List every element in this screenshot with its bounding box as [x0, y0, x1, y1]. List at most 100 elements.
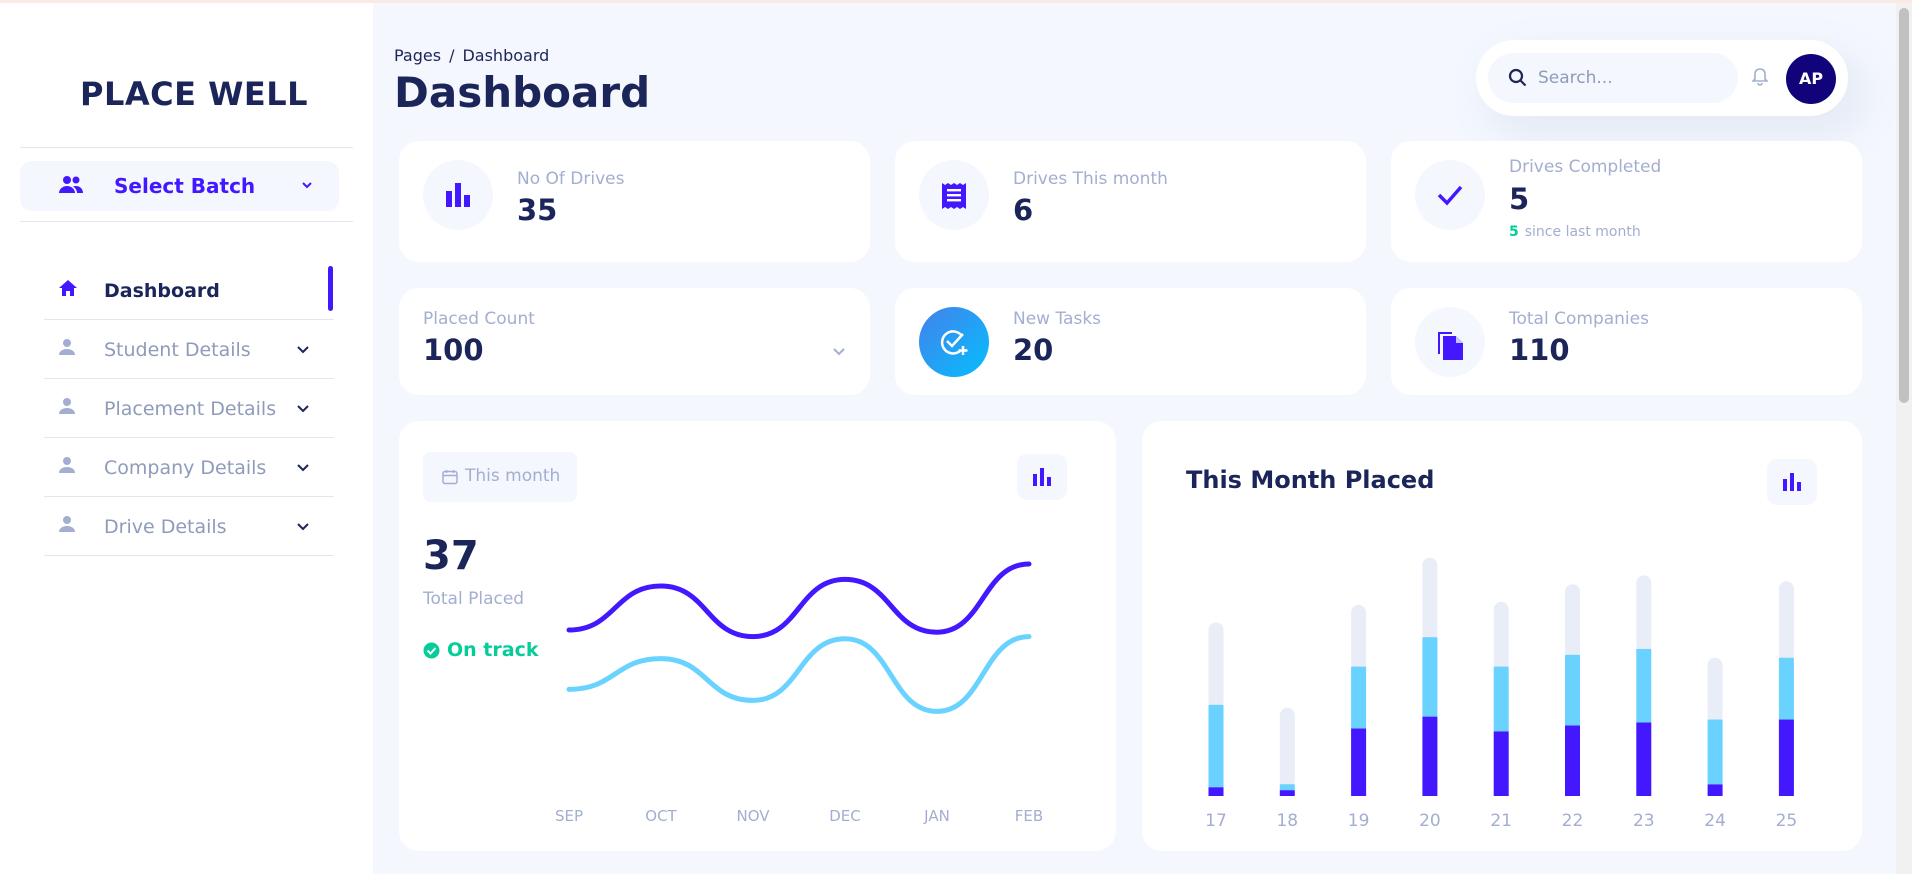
stat-card-drives-completed: Drives Completed 5 5 since last month [1391, 141, 1862, 262]
stat-label: Drives Completed [1509, 157, 1662, 177]
avatar[interactable]: AP [1786, 54, 1836, 104]
sidebar-item-drive-details[interactable]: Drive Details [44, 497, 334, 556]
person-icon [58, 338, 76, 360]
sidebar-item-company-details[interactable]: Company Details [44, 438, 334, 497]
bar-segment [1707, 719, 1723, 785]
bar-segment [1351, 666, 1367, 729]
stat-value: 110 [1509, 333, 1570, 367]
chevron-down-icon[interactable] [296, 342, 310, 361]
bar-segment [1565, 654, 1580, 726]
search-input[interactable] [1538, 66, 1718, 90]
divider [20, 147, 353, 148]
stat-value: 5 [1509, 182, 1530, 216]
line-series-1 [566, 561, 1032, 640]
breadcrumb-parent[interactable]: Pages [394, 46, 441, 65]
select-batch-label: Select Batch [114, 174, 256, 198]
bar-segment [1422, 716, 1438, 796]
x-tick-label: 22 [1562, 811, 1584, 831]
chart-options-button[interactable] [1017, 454, 1067, 500]
bar-segment [1493, 666, 1509, 732]
x-tick-label: 24 [1704, 811, 1726, 831]
stat-card-drives-month: Drives This month 6 [895, 141, 1366, 262]
sidebar-item-label: Dashboard [104, 280, 220, 302]
bar-segment [1351, 728, 1367, 796]
sidebar-item-label: Drive Details [104, 516, 227, 538]
sidebar-item-label: Student Details [104, 339, 251, 361]
status-text: On track [447, 639, 539, 661]
bar-segment [1778, 719, 1794, 796]
bar-segment [1636, 722, 1652, 796]
stat-delta: 5 since last month [1509, 224, 1641, 240]
stat-value: 100 [423, 333, 484, 367]
chevron-down-icon [300, 177, 314, 196]
bar-chart-icon [1033, 468, 1051, 486]
person-icon [58, 456, 76, 478]
bar-segment [1636, 575, 1652, 653]
stat-label: Drives This month [1013, 169, 1168, 189]
line-series-2 [566, 634, 1032, 714]
panel-title: This Month Placed [1186, 466, 1435, 494]
sidebar: PLACE WELL Select Batch Dashboard Studen… [0, 3, 373, 874]
bar-segment [1707, 657, 1723, 724]
check-circle-icon [423, 642, 440, 659]
x-tick-label: JAN [923, 807, 950, 825]
bar-chart-icon [423, 160, 493, 230]
chevron-down-icon[interactable] [296, 519, 310, 538]
stat-card-placed[interactable]: Placed Count 100 [399, 288, 870, 395]
x-tick-label: 18 [1276, 811, 1298, 831]
bar-segment [1565, 725, 1580, 796]
bar-chart: 17 18 19 20 21 22 23 24 25 [1205, 557, 1797, 831]
stat-card-drives: No Of Drives 35 [399, 141, 870, 262]
period-button[interactable]: This month [423, 452, 577, 502]
bell-icon[interactable] [1751, 67, 1769, 90]
x-tick-label: 21 [1490, 811, 1512, 831]
bar-chart-icon [1783, 473, 1801, 491]
file-copy-icon [1415, 307, 1485, 377]
breadcrumb-current: Dashboard [462, 46, 550, 65]
month-placed-panel: This Month Placed 17 18 19 20 21 22 23 24 25 [1142, 421, 1862, 851]
x-tick-label: 17 [1205, 811, 1227, 831]
select-batch-dropdown[interactable]: Select Batch [20, 161, 339, 211]
chevron-down-icon[interactable] [296, 460, 310, 479]
receipt-icon [919, 160, 989, 230]
bar-segment [1565, 584, 1580, 659]
person-icon [58, 515, 76, 537]
stat-value: 20 [1013, 333, 1054, 367]
home-icon [58, 279, 78, 301]
chart-options-button[interactable] [1767, 459, 1817, 505]
stat-label: Placed Count [423, 309, 535, 329]
bar-segment [1422, 557, 1438, 642]
x-tick-label: SEP [555, 807, 583, 825]
sidebar-item-dashboard[interactable]: Dashboard [44, 261, 334, 320]
bar-segment [1208, 622, 1224, 709]
sidebar-item-label: Placement Details [104, 398, 277, 420]
x-tick-label: DEC [829, 807, 861, 825]
task-add-icon [919, 307, 989, 377]
total-placed-label: Total Placed [423, 589, 525, 609]
breadcrumb-separator: / [449, 46, 455, 65]
calendar-icon [442, 470, 458, 485]
x-tick-label: NOV [736, 807, 770, 825]
bar-segment [1422, 637, 1438, 717]
x-tick-label: 19 [1348, 811, 1370, 831]
bar-segment [1493, 601, 1509, 671]
stat-value: 35 [517, 193, 558, 227]
period-label: This month [465, 466, 561, 486]
brand-logo: PLACE WELL [79, 75, 309, 113]
bar-segment [1279, 784, 1295, 791]
bar-segment [1493, 731, 1509, 796]
bar-segment [1279, 790, 1295, 796]
chevron-down-icon[interactable] [296, 401, 310, 420]
breadcrumb: Pages / Dashboard [394, 46, 549, 65]
bar-segment [1279, 707, 1295, 789]
chevron-down-icon[interactable] [832, 344, 846, 363]
sidebar-item-placement-details[interactable]: Placement Details [44, 379, 334, 438]
page-title: Dashboard [394, 68, 651, 117]
bar-segment [1351, 604, 1367, 671]
header-toolbar: AP [1476, 40, 1848, 116]
scrollbar-thumb[interactable] [1899, 8, 1909, 403]
stat-label: No Of Drives [517, 169, 625, 189]
sidebar-item-student-details[interactable]: Student Details [44, 320, 334, 379]
bar-segment [1208, 787, 1224, 796]
group-icon [58, 175, 84, 199]
